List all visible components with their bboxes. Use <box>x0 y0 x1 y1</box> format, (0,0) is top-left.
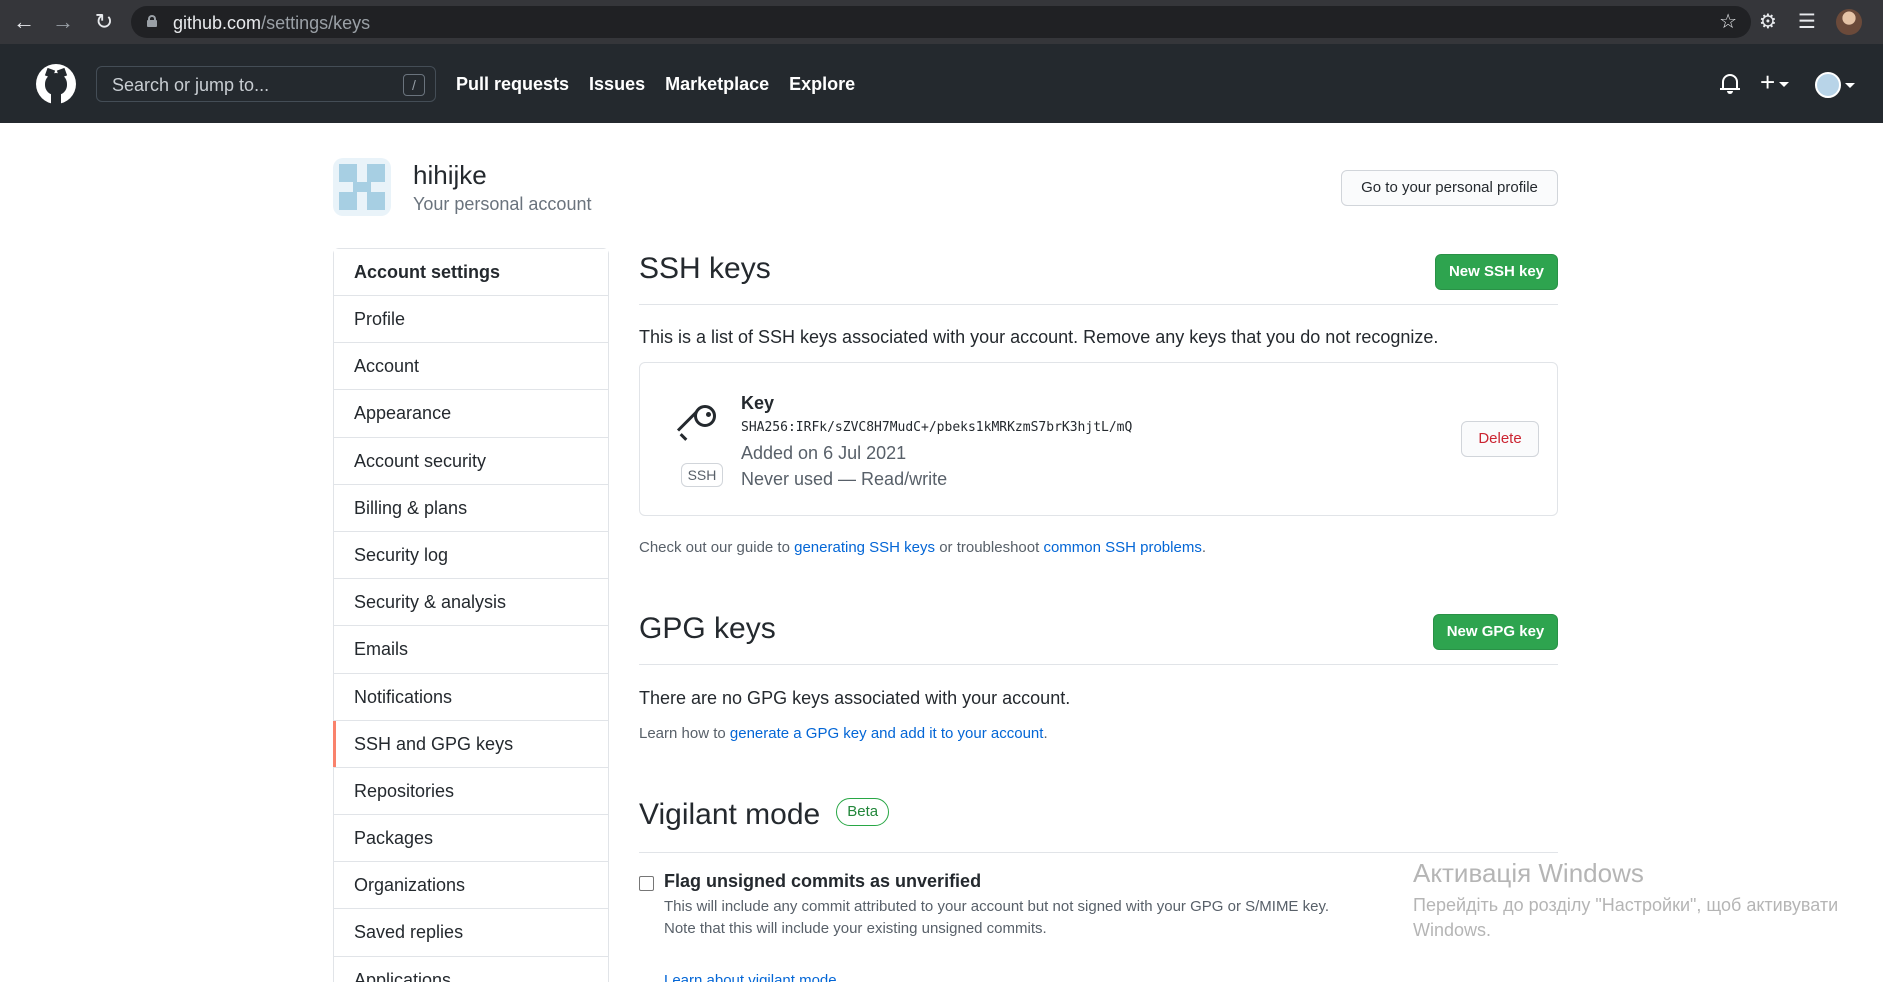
flag-unsigned-checkbox[interactable] <box>639 876 654 891</box>
vigilant-learn-note: Learn about vigilant mode. <box>664 972 841 982</box>
divider <box>639 664 1558 665</box>
ssh-badge: SSH <box>681 463 723 487</box>
watermark-line1: Перейдіть до розділу "Настройки", щоб ак… <box>1413 895 1839 915</box>
nav-explore[interactable]: Explore <box>789 74 855 95</box>
ssh-guide-note: Check out our guide to generating SSH ke… <box>639 539 1206 556</box>
nav-issues[interactable]: Issues <box>589 74 645 95</box>
beta-badge: Beta <box>836 798 890 827</box>
sidebar-item-repositories[interactable]: Repositories <box>334 768 608 816</box>
new-gpg-key-button[interactable]: New GPG key <box>1433 614 1558 650</box>
watermark-title: Активація Windows <box>1413 858 1644 888</box>
github-header: Search or jump to... / Pull requests Iss… <box>0 44 1883 123</box>
sidebar-item-billing[interactable]: Billing & plans <box>334 485 608 532</box>
lock-icon <box>147 15 157 27</box>
watermark-line2: Windows. <box>1413 920 1492 940</box>
vigilant-note-line1: This will include any commit attributed … <box>664 898 1330 915</box>
windows-activation-watermark: Активація Windows Перейдіть до розділу "… <box>1413 858 1838 943</box>
chevron-down-icon <box>1779 81 1790 87</box>
sidebar-item-account[interactable]: Account <box>334 343 608 391</box>
forward-arrow-icon[interactable]: → <box>49 8 77 36</box>
sidebar-item-appearance[interactable]: Appearance <box>334 390 608 438</box>
ssh-key-item: SSH Key SHA256:IRFk/sZVC8H7MudC+/pbeks1k… <box>639 362 1558 516</box>
browser-profile-avatar[interactable] <box>1836 9 1862 35</box>
account-avatar <box>333 158 391 216</box>
sidebar-item-packages[interactable]: Packages <box>334 815 608 863</box>
key-usage: Never used — Read/write <box>741 469 948 489</box>
generate-gpg-key-link[interactable]: generate a GPG key and add it to your ac… <box>730 725 1044 742</box>
github-logo-icon[interactable] <box>36 64 76 104</box>
go-to-profile-button[interactable]: Go to your personal profile <box>1341 170 1558 206</box>
sidebar-item-applications[interactable]: Applications <box>334 957 608 982</box>
reading-list-icon[interactable]: ☰ <box>1795 10 1819 34</box>
sidebar-item-account-security[interactable]: Account security <box>334 438 608 485</box>
nav-pull-requests[interactable]: Pull requests <box>456 74 569 95</box>
reload-icon[interactable]: ↻ <box>90 8 118 36</box>
sidebar-item-security-log[interactable]: Security log <box>334 532 608 580</box>
ssh-description: This is a list of SSH keys associated wi… <box>639 327 1439 347</box>
avatar <box>1815 72 1841 98</box>
delete-key-button[interactable]: Delete <box>1461 421 1539 457</box>
key-title: Key <box>741 393 775 413</box>
divider <box>639 304 1558 305</box>
sidebar-item-security-analysis[interactable]: Security & analysis <box>334 579 608 627</box>
user-menu[interactable] <box>1815 72 1855 98</box>
sidebar-item-saved-replies[interactable]: Saved replies <box>334 909 608 957</box>
notifications-bell-icon[interactable] <box>1719 72 1741 96</box>
sidebar-item-profile[interactable]: Profile <box>334 296 608 344</box>
vigilant-note-line2: Note that this will include your existin… <box>664 920 1047 937</box>
sidebar-item-ssh-gpg-keys[interactable]: SSH and GPG keys <box>333 720 608 768</box>
nav-marketplace[interactable]: Marketplace <box>665 74 769 95</box>
account-name[interactable]: hihijke <box>413 160 487 191</box>
new-ssh-key-button[interactable]: New SSH key <box>1435 254 1558 290</box>
gpg-learn-note: Learn how to generate a GPG key and add … <box>639 725 1048 742</box>
account-subtitle: Your personal account <box>413 194 592 214</box>
search-input[interactable]: Search or jump to... / <box>96 66 436 102</box>
generating-ssh-keys-link[interactable]: generating SSH keys <box>794 539 935 556</box>
sidebar-item-emails[interactable]: Emails <box>334 626 608 674</box>
extensions-puzzle-icon[interactable]: ⚙ <box>1756 10 1780 34</box>
create-new-menu[interactable]: + <box>1760 67 1790 97</box>
settings-sidebar: Account settings Profile Account Appeara… <box>333 248 609 982</box>
divider <box>639 852 1558 853</box>
key-icon <box>676 403 720 447</box>
browser-toolbar: ← → ↻ github.com/settings/keys ☆ ⚙ ☰ <box>0 0 1883 44</box>
plus-icon: + <box>1760 67 1776 97</box>
top-nav: Pull requests Issues Marketplace Explore <box>456 74 855 95</box>
learn-vigilant-mode-link[interactable]: Learn about vigilant mode <box>664 972 837 982</box>
vigilant-mode-title: Vigilant mode Beta <box>639 798 890 832</box>
back-arrow-icon[interactable]: ← <box>10 8 38 36</box>
flag-unsigned-label[interactable]: Flag unsigned commits as unverified <box>664 871 981 892</box>
ssh-keys-title: SSH keys <box>639 252 771 285</box>
bookmark-star-icon[interactable]: ☆ <box>1719 9 1737 34</box>
sidebar-item-notifications[interactable]: Notifications <box>334 674 608 721</box>
search-placeholder: Search or jump to... <box>112 75 270 95</box>
gpg-empty-text: There are no GPG keys associated with yo… <box>639 688 1071 708</box>
sidebar-item-organizations[interactable]: Organizations <box>334 862 608 910</box>
search-shortcut-key: / <box>403 74 425 96</box>
chevron-down-icon <box>1845 82 1855 88</box>
address-bar[interactable]: github.com/settings/keys ☆ <box>131 6 1751 38</box>
key-added-date: Added on 6 Jul 2021 <box>741 443 907 463</box>
common-ssh-problems-link[interactable]: common SSH problems <box>1043 539 1201 556</box>
sidebar-heading: Account settings <box>334 249 608 296</box>
key-fingerprint: SHA256:IRFk/sZVC8H7MudC+/pbeks1kMRKzmS7b… <box>741 420 1133 435</box>
url-text: github.com/settings/keys <box>173 13 371 33</box>
gpg-keys-title: GPG keys <box>639 612 776 645</box>
